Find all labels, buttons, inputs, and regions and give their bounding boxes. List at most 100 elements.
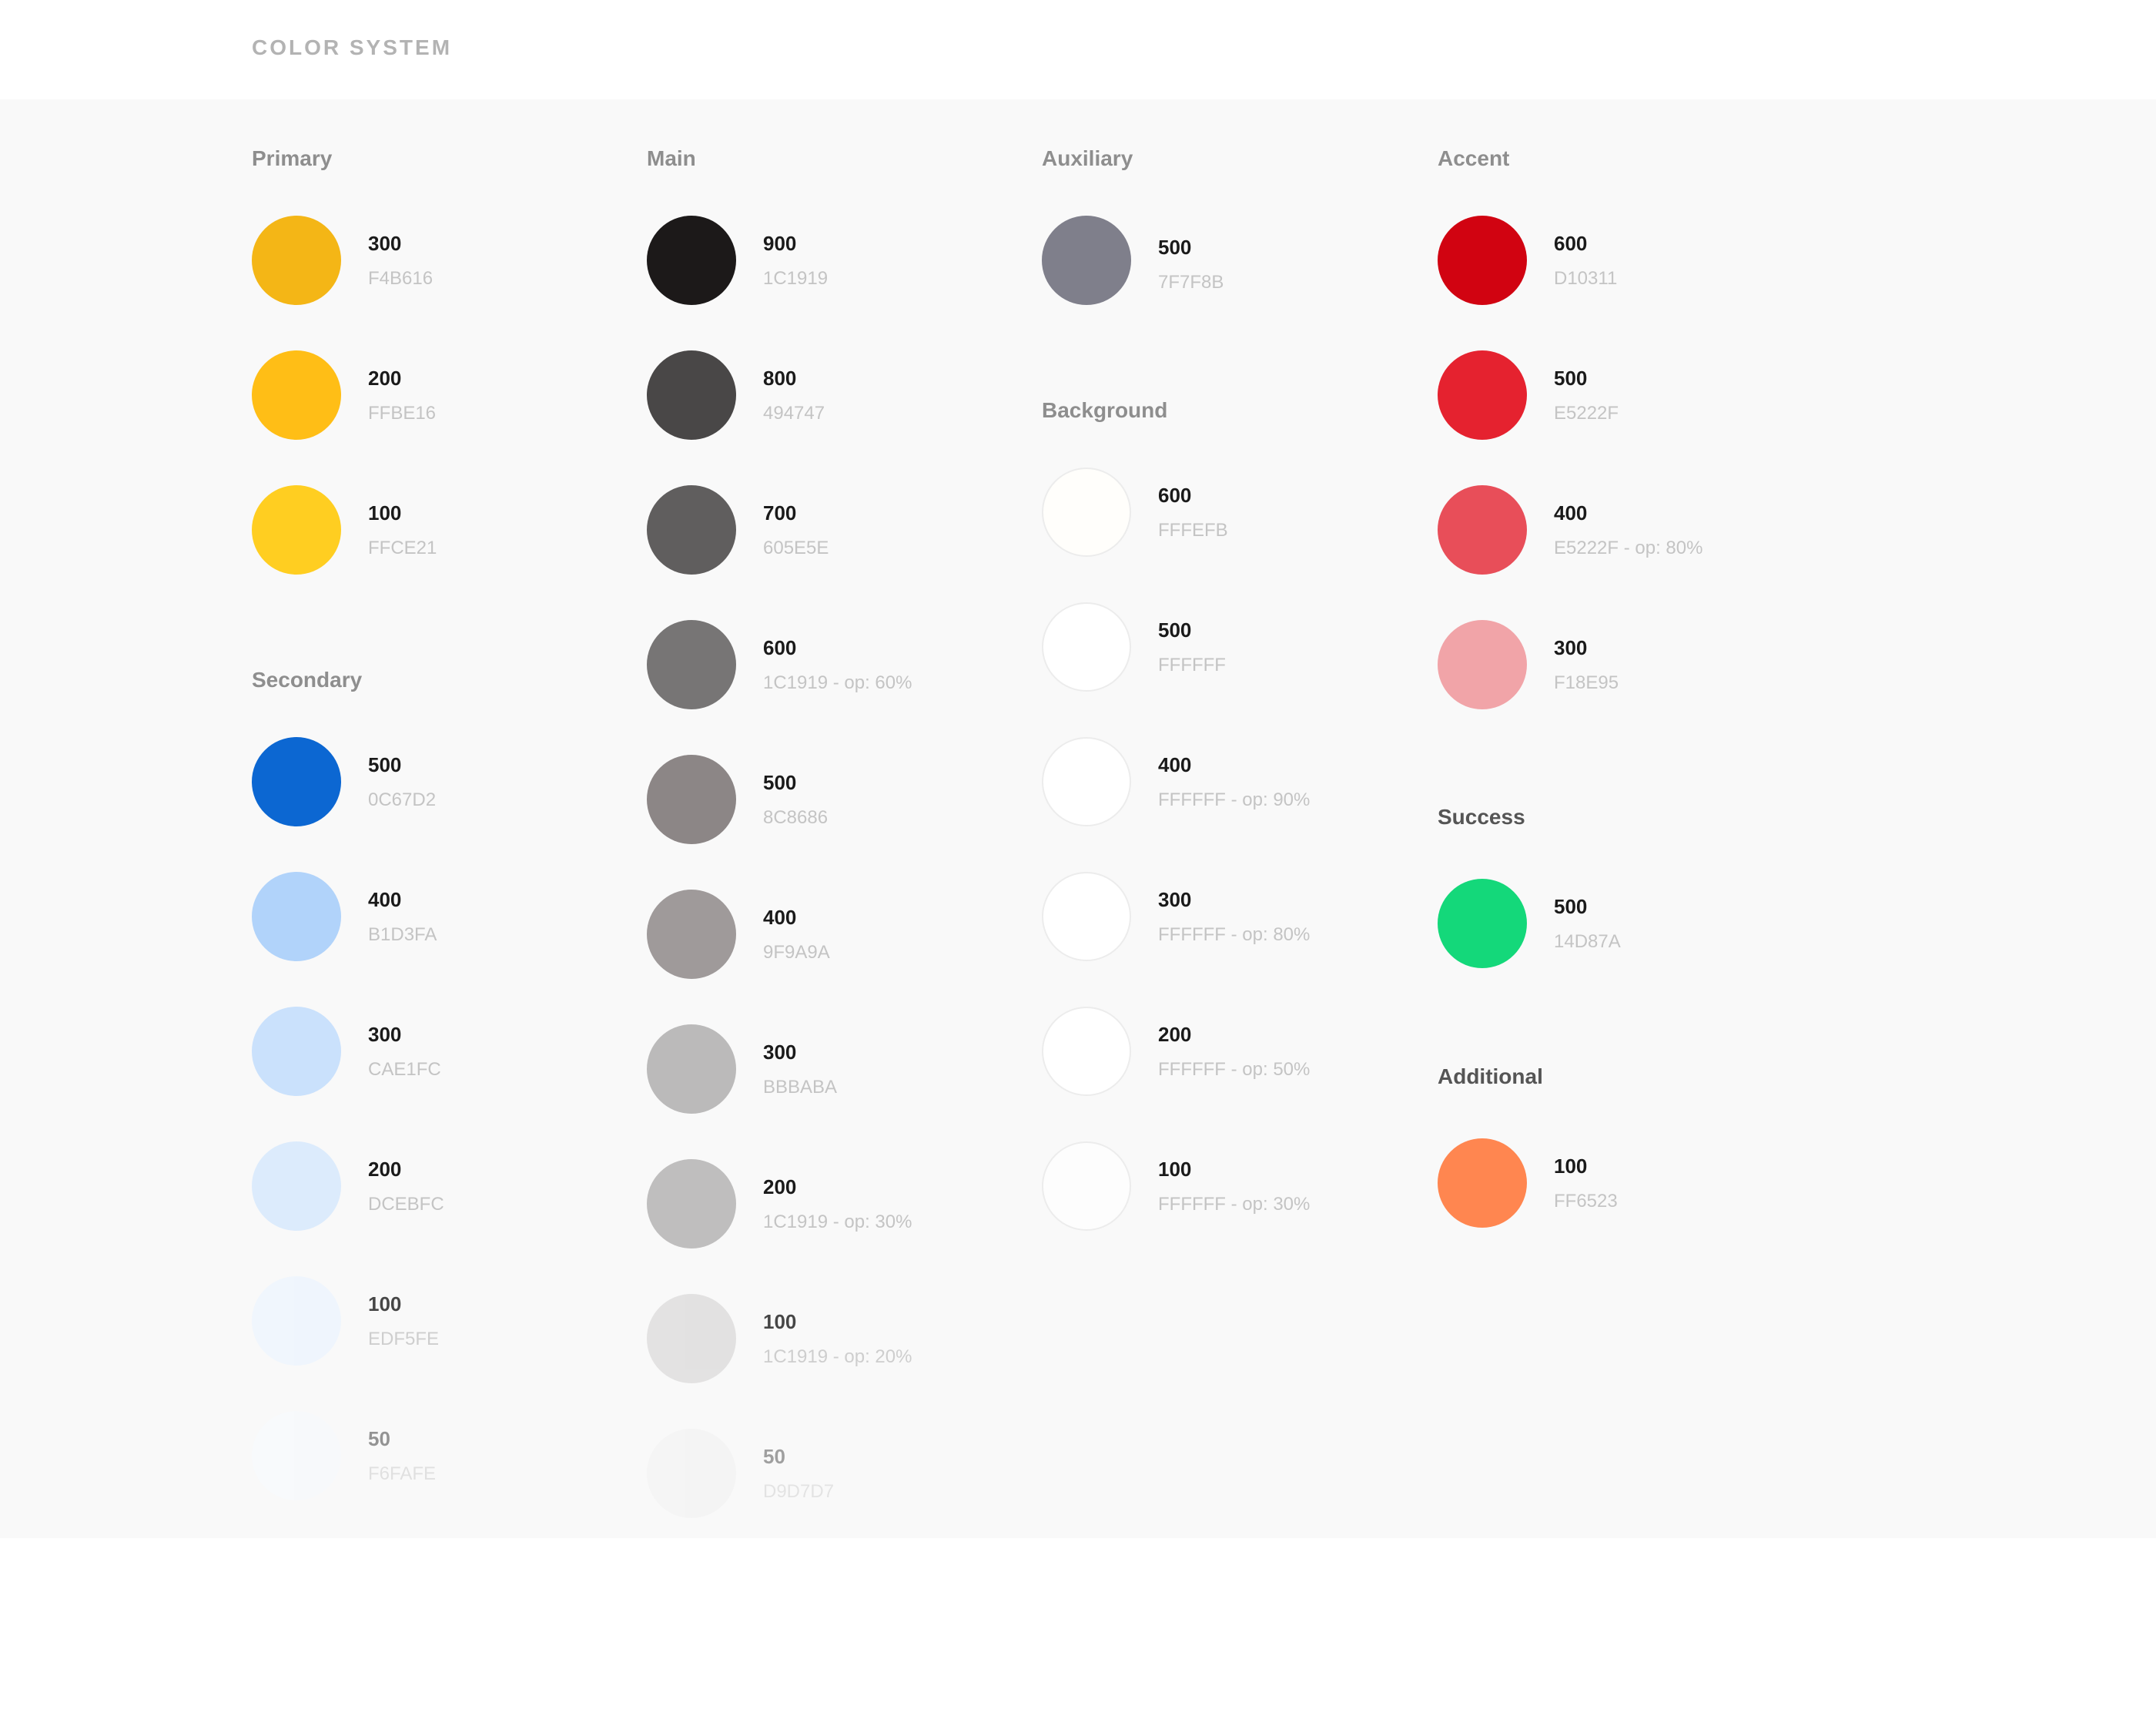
color-circle (1438, 879, 1527, 968)
shade-label: 600 (1158, 484, 1192, 507)
shade-label: 100 (1554, 1155, 1588, 1178)
additional-swatch-100: 100 FF6523 (1438, 1138, 1761, 1229)
hex-code-label: FFFFFF - op: 50% (1158, 1059, 1311, 1080)
color-circle (647, 1429, 736, 1518)
hex-code-label: D9D7D7 (763, 1481, 835, 1502)
shade-label: 500 (1158, 236, 1192, 259)
auxiliary-group-title: Auxiliary (1042, 146, 1133, 170)
shade-label: 100 (1158, 1158, 1192, 1181)
hex-code-label: FFFFFF - op: 80% (1158, 924, 1311, 945)
color-circle (1438, 1138, 1527, 1228)
primary-group-title: Primary (252, 146, 333, 170)
shade-label: 400 (1158, 753, 1192, 776)
secondary-swatch-400: 400 B1D3FA (252, 872, 575, 963)
hex-code-label: 605E5E (763, 538, 829, 558)
shade-label: 300 (368, 232, 402, 255)
accent-group-title: Accent (1438, 146, 1510, 170)
shade-label: 600 (1554, 232, 1588, 255)
color-circle (252, 737, 341, 826)
hex-code-label: F4B616 (368, 268, 434, 289)
accent-swatch-400: 400 E5222F - op: 80% (1438, 485, 1761, 576)
main-swatch-100: 100 1C1919 - op: 20% (647, 1294, 970, 1385)
color-circle (252, 1411, 341, 1500)
hex-code-label: E5222F (1554, 403, 1619, 424)
color-circle (252, 1276, 341, 1366)
success-swatch-500: 500 14D87A (1438, 879, 1761, 970)
color-circle (1042, 872, 1131, 961)
color-circle (252, 1007, 341, 1096)
secondary-swatch-200: 200 DCEBFC (252, 1141, 575, 1232)
hex-code-label: E5222F - op: 80% (1554, 538, 1703, 558)
hex-code-label: F6FAFE (368, 1463, 437, 1484)
page-title: COLOR SYSTEM (252, 35, 453, 59)
shade-label: 200 (763, 1175, 797, 1198)
background-swatch-100: 100 FFFFFF - op: 30% (1042, 1141, 1365, 1232)
main-swatch-300: 300 BBBABA (647, 1024, 970, 1115)
color-circle (647, 216, 736, 305)
color-circle (1042, 216, 1131, 305)
main-swatch-700: 700 605E5E (647, 485, 970, 576)
shade-label: 600 (763, 636, 797, 659)
main-swatch-400: 400 9F9A9A (647, 890, 970, 980)
shade-label: 200 (368, 367, 402, 390)
shade-label: 800 (763, 367, 797, 390)
primary-swatch-100: 100 FFCE21 (252, 485, 575, 576)
secondary-swatch-500: 500 0C67D2 (252, 737, 575, 828)
background-swatch-300: 300 FFFFFF - op: 80% (1042, 872, 1365, 963)
color-circle (647, 890, 736, 979)
hex-code-label: 8C8686 (763, 807, 829, 828)
secondary-swatch-300: 300 CAE1FC (252, 1007, 575, 1098)
color-circle (252, 1141, 341, 1231)
shade-label: 500 (368, 753, 402, 776)
hex-code-label: 1C1919 - op: 30% (763, 1212, 912, 1232)
hex-code-label: 1C1919 - op: 60% (763, 672, 912, 693)
shade-label: 500 (1554, 367, 1588, 390)
success-group-title: Success (1438, 805, 1525, 829)
main-swatch-900: 900 1C1919 (647, 216, 970, 307)
color-circle (1438, 620, 1527, 709)
shade-label: 50 (368, 1427, 390, 1450)
hex-code-label: 7F7F8B (1158, 272, 1224, 293)
main-swatch-600: 600 1C1919 - op: 60% (647, 620, 970, 711)
color-circle (252, 872, 341, 961)
secondary-group-title: Secondary (252, 668, 363, 692)
hex-code-label: DCEBFC (368, 1194, 444, 1215)
hex-code-label: FFFFFF (1158, 655, 1226, 675)
hex-code-label: 0C67D2 (368, 789, 437, 810)
hex-code-label: FFBE16 (368, 403, 437, 424)
shade-label: 400 (763, 906, 797, 929)
shade-label: 500 (1158, 618, 1192, 642)
shade-label: 100 (368, 501, 402, 525)
shade-label: 400 (368, 888, 402, 911)
primary-swatch-200: 200 FFBE16 (252, 350, 575, 441)
accent-swatch-300: 300 F18E95 (1438, 620, 1761, 711)
shade-label: 100 (368, 1292, 402, 1315)
shade-label: 700 (763, 501, 797, 525)
shade-label: 200 (1158, 1023, 1192, 1046)
hex-code-label: 1C1919 - op: 20% (763, 1346, 912, 1367)
background-swatch-200: 200 FFFFFF - op: 50% (1042, 1007, 1365, 1098)
accent-swatch-500: 500 E5222F (1438, 350, 1761, 441)
background-swatch-600: 600 FFFEFB (1042, 468, 1365, 558)
color-circle (252, 350, 341, 440)
color-circle (647, 485, 736, 575)
hex-code-label: 9F9A9A (763, 942, 830, 963)
hex-code-label: BBBABA (763, 1077, 838, 1098)
main-swatch-200: 200 1C1919 - op: 30% (647, 1159, 970, 1250)
color-circle (1042, 1141, 1131, 1231)
shade-label: 50 (763, 1445, 785, 1468)
color-circle (1438, 216, 1527, 305)
color-circle (1042, 468, 1131, 557)
hex-code-label: FFFFFF - op: 90% (1158, 789, 1311, 810)
additional-group-title: Additional (1438, 1064, 1543, 1088)
color-circle (1042, 602, 1131, 692)
color-circle (1042, 1007, 1131, 1096)
hex-code-label: 1C1919 (763, 268, 829, 289)
color-circle (647, 755, 736, 844)
main-swatch-500: 500 8C8686 (647, 755, 970, 846)
background-swatch-400: 400 FFFFFF - op: 90% (1042, 737, 1365, 828)
shade-label: 500 (763, 771, 797, 794)
color-circle (647, 350, 736, 440)
hex-code-label: EDF5FE (368, 1329, 440, 1349)
secondary-swatch-50: 50 F6FAFE (252, 1411, 575, 1502)
